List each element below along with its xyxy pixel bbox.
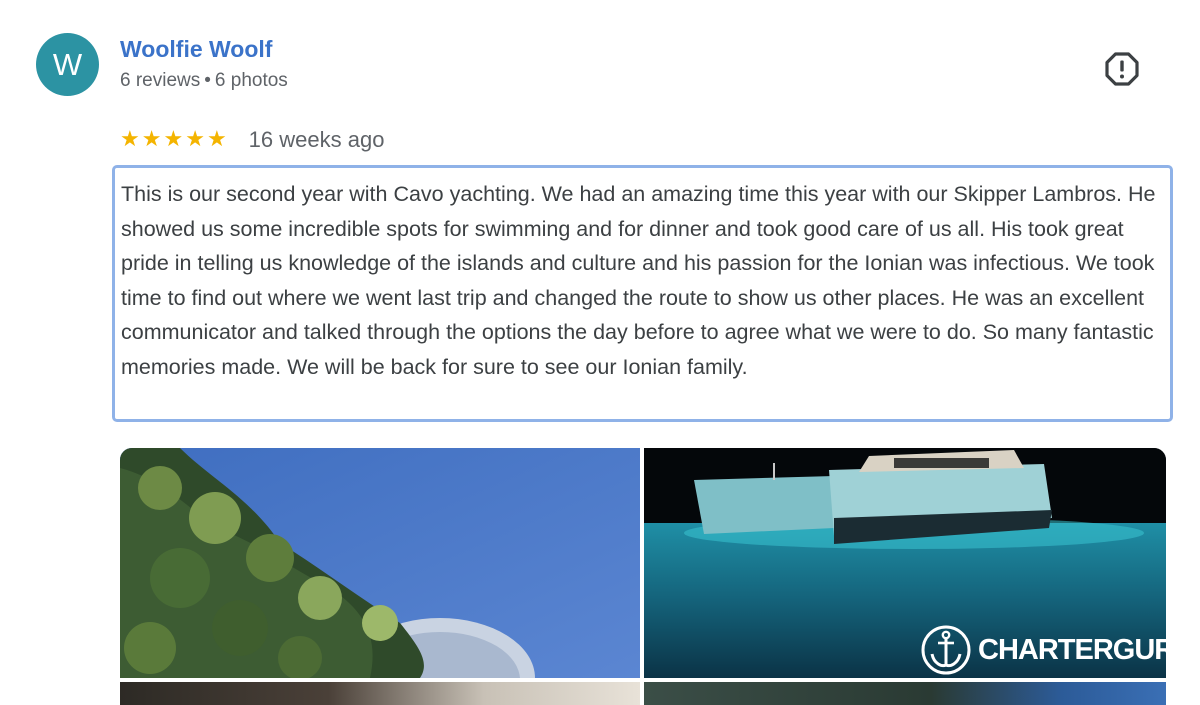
review-photo-3[interactable] — [120, 682, 640, 705]
avatar[interactable]: W — [36, 33, 99, 96]
review-text: This is our second year with Cavo yachti… — [121, 182, 1156, 379]
review-card: W Woolfie Woolf 6 reviews • 6 photos ★ ★ ★ ★ ★… — [0, 0, 1200, 705]
watermark: CHARTERGURU — [920, 622, 1195, 678]
review-text-box[interactable]: This is our second year with Cavo yachti… — [112, 165, 1173, 422]
reviewer-meta: 6 reviews • 6 photos — [120, 70, 288, 92]
star-icon: ★ — [141, 127, 162, 152]
review-photo-1[interactable] — [120, 448, 640, 678]
review-photo-4[interactable] — [644, 682, 1166, 705]
review-timestamp: 16 weeks ago — [248, 127, 385, 152]
review-count: 6 reviews — [120, 70, 201, 91]
star-icon: ★ — [120, 127, 140, 152]
anchor-icon — [921, 625, 971, 675]
reviewer-name[interactable]: Woolfie Woolf — [120, 36, 272, 63]
star-rating: ★ ★ ★ ★ ★ — [120, 129, 227, 151]
rating-row: ★ ★ ★ ★ ★ 16 weeks ago — [120, 126, 384, 154]
star-icon: ★ — [185, 127, 205, 152]
meta-separator: • — [204, 70, 211, 91]
report-icon[interactable] — [1103, 50, 1141, 88]
star-icon: ★ — [206, 127, 227, 152]
photo-count: 6 photos — [214, 70, 288, 91]
star-icon: ★ — [163, 127, 184, 152]
watermark-text: CHARTERGURU — [978, 633, 1195, 666]
